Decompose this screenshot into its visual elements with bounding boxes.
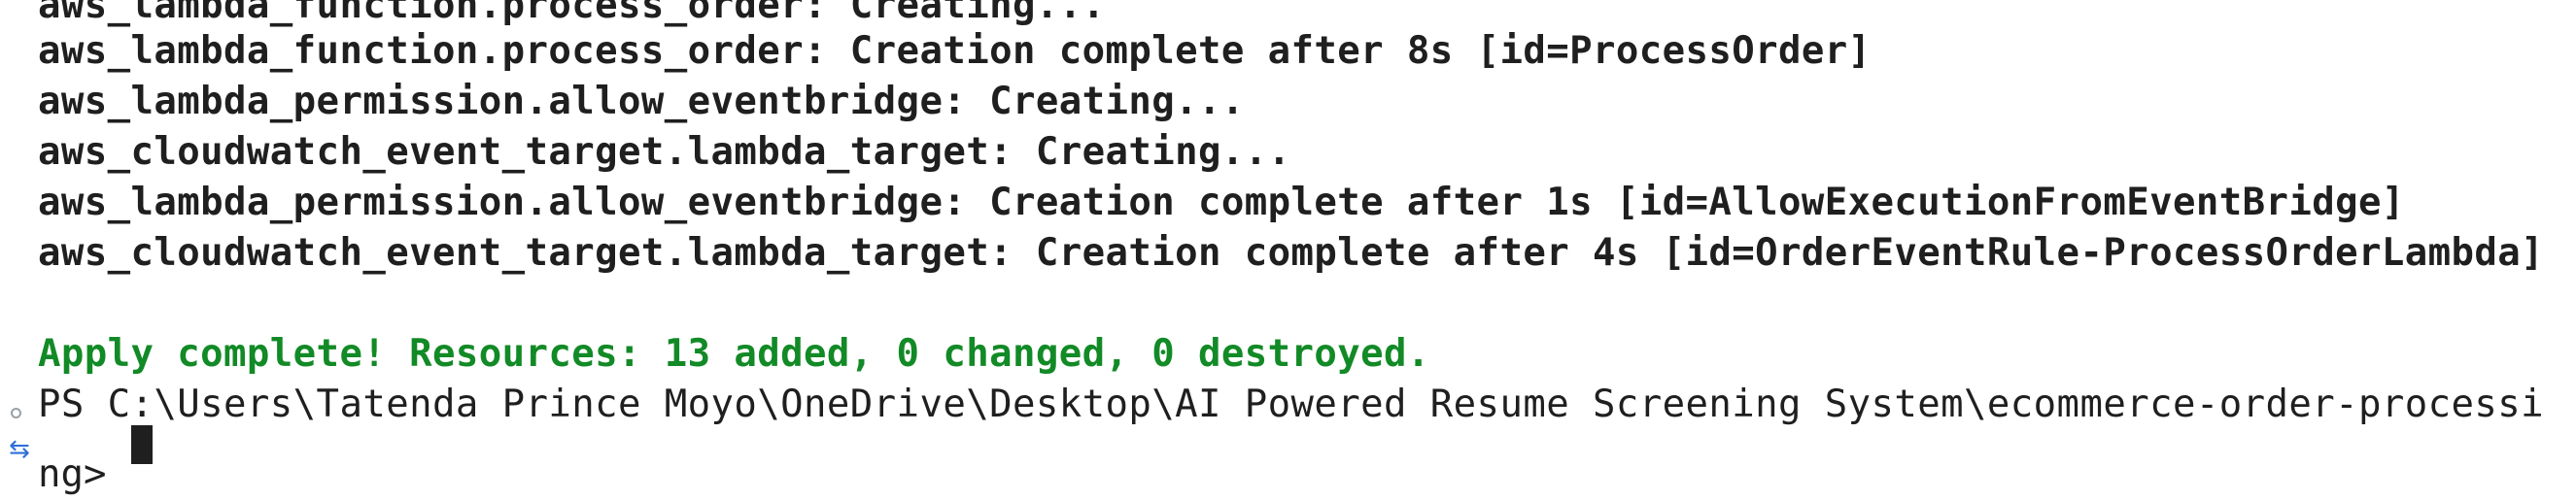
circle-outline-icon	[11, 408, 21, 418]
terminal-panel[interactable]: aws_lambda_function.process_order: Creat…	[0, 0, 2576, 496]
prompt-continuation: ng>	[38, 452, 107, 496]
terminal-line: aws_lambda_function.process_order: Creat…	[38, 29, 1872, 73]
terminal-line: aws_lambda_permission.allow_eventbridge:…	[38, 80, 1245, 123]
powershell-prompt: PS C:\Users\Tatenda Prince Moyo\OneDrive…	[38, 383, 2545, 426]
terminal-cursor[interactable]	[131, 425, 153, 464]
apply-complete-message: Apply complete! Resources: 13 added, 0 c…	[38, 332, 1430, 376]
terminal-line: aws_cloudwatch_event_target.lambda_targe…	[38, 130, 1291, 174]
arrow-icon: ⇆	[9, 435, 30, 464]
terminal-line: aws_cloudwatch_event_target.lambda_targe…	[38, 231, 2545, 275]
terminal-line: aws_lambda_permission.allow_eventbridge:…	[38, 181, 2405, 224]
